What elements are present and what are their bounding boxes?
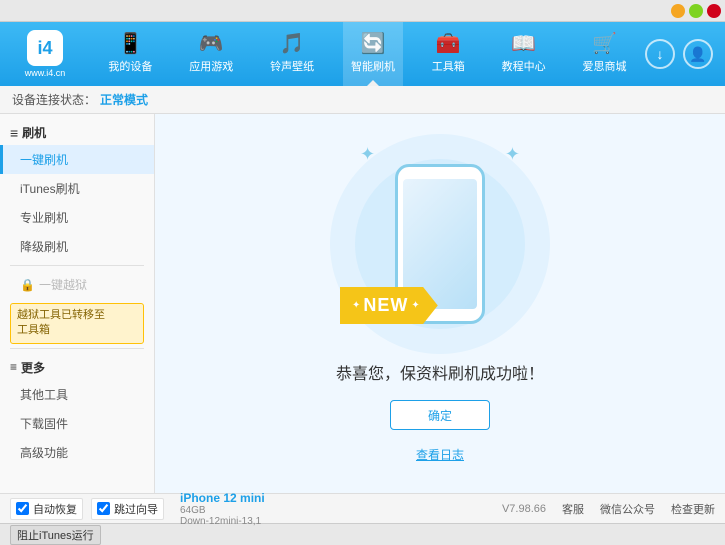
new-badge-text: NEW (363, 295, 408, 316)
wechat-link[interactable]: 微信公众号 (600, 501, 655, 517)
sidebar-item-pro-flash[interactable]: 专业刷机 (0, 203, 154, 232)
store-icon: 🛒 (592, 34, 617, 54)
nav-right: ↓ 👤 (645, 39, 725, 69)
nav-label-apps-games: 应用游戏 (189, 58, 233, 74)
phone-illustration: ✦ ✦ ✦ NEW ✦ (350, 144, 530, 344)
new-star-left: ✦ (352, 300, 360, 311)
sidebar: ≡ 刷机 一键刷机 iTunes刷机 专业刷机 降级刷机 🔒 一键越狱 越狱工具… (0, 114, 155, 493)
bottom-right: V7.98.66 客服 微信公众号 检查更新 (502, 501, 715, 517)
content-area: ✦ ✦ ✦ NEW ✦ 恭喜您，保资料刷机成功啦！ 确定 查看日志 (155, 114, 725, 493)
logo-area: i4 www.i4.cn (0, 30, 90, 78)
new-ribbon: ✦ NEW ✦ (340, 287, 438, 324)
maximize-button[interactable] (689, 4, 703, 18)
itunes-flash-label: iTunes刷机 (20, 182, 80, 196)
confirm-button[interactable]: 确定 (390, 400, 490, 430)
nav-item-apps-games[interactable]: 🎮 应用游戏 (181, 22, 241, 86)
top-nav: i4 www.i4.cn 📱 我的设备 🎮 应用游戏 🎵 铃声壁纸 🔄 智能刷机… (0, 22, 725, 86)
jailbreak-label: 一键越狱 (39, 276, 87, 293)
download-firmware-label: 下载固件 (20, 417, 68, 431)
nav-item-my-device[interactable]: 📱 我的设备 (100, 22, 160, 86)
sidebar-item-one-click-flash[interactable]: 一键刷机 (0, 145, 154, 174)
nav-label-my-device: 我的设备 (108, 58, 152, 74)
sidebar-item-itunes-flash[interactable]: iTunes刷机 (0, 174, 154, 203)
logo-icon: i4 (27, 30, 63, 66)
sidebar-item-downgrade-flash[interactable]: 降级刷机 (0, 232, 154, 261)
new-star-right: ✦ (411, 300, 419, 311)
nav-label-smart-flash: 智能刷机 (351, 58, 395, 74)
flash-section-icon: ≡ (10, 125, 18, 141)
close-button[interactable] (707, 4, 721, 18)
user-button[interactable]: 👤 (683, 39, 713, 69)
my-device-icon: 📱 (118, 34, 143, 54)
device-version: Down-12mini-13,1 (180, 516, 265, 527)
auto-restore-group: 自动恢复 (10, 498, 83, 520)
skip-wizard-checkbox[interactable] (97, 502, 110, 515)
flash-section-label: 刷机 (22, 124, 46, 141)
sidebar-item-advanced[interactable]: 高级功能 (0, 438, 154, 467)
advanced-label: 高级功能 (20, 446, 68, 460)
skip-wizard-group: 跳过向导 (91, 498, 164, 520)
nav-item-toolbox[interactable]: 🧰 工具箱 (424, 22, 473, 86)
sidebar-section-flash: ≡ 刷机 (0, 118, 154, 145)
sidebar-divider-1 (10, 265, 144, 266)
nav-items: 📱 我的设备 🎮 应用游戏 🎵 铃声壁纸 🔄 智能刷机 🧰 工具箱 📖 教程中心… (90, 22, 645, 86)
bottom-bar: 自动恢复 跳过向导 iPhone 12 mini 64GB Down-12min… (0, 493, 725, 523)
logo-symbol: i4 (37, 38, 52, 59)
download-button[interactable]: ↓ (645, 39, 675, 69)
nav-label-ringtones: 铃声壁纸 (270, 58, 314, 74)
dot-tl: ✦ (360, 144, 375, 165)
downgrade-flash-label: 降级刷机 (20, 240, 68, 254)
apps-games-icon: 🎮 (199, 34, 224, 54)
status-bar: 设备连接状态： 正常模式 (0, 86, 725, 114)
ringtones-icon: 🎵 (280, 34, 305, 54)
toolbox-icon: 🧰 (436, 34, 461, 54)
nav-label-tutorial: 教程中心 (502, 58, 546, 74)
more-section-icon: ≡ (10, 360, 17, 374)
nav-item-ringtones[interactable]: 🎵 铃声壁纸 (262, 22, 322, 86)
sidebar-divider-2 (10, 348, 144, 349)
device-info: iPhone 12 mini 64GB Down-12mini-13,1 (180, 491, 265, 527)
one-click-flash-label: 一键刷机 (20, 153, 68, 167)
nav-item-store[interactable]: 🛒 爱思商城 (574, 22, 634, 86)
itunes-toggle-button[interactable]: 阻止iTunes运行 (10, 525, 101, 545)
dot-tr: ✦ (505, 144, 520, 165)
update-link[interactable]: 检查更新 (671, 501, 715, 517)
auto-restore-checkbox[interactable] (16, 502, 29, 515)
other-tools-label: 其他工具 (20, 388, 68, 402)
note-text: 越狱工具已转移至工具箱 (17, 309, 105, 336)
tutorial-icon: 📖 (511, 34, 536, 54)
bottom-left: 自动恢复 跳过向导 iPhone 12 mini 64GB Down-12min… (10, 491, 265, 527)
sidebar-item-other-tools[interactable]: 其他工具 (0, 380, 154, 409)
lock-icon: 🔒 (20, 278, 35, 292)
sidebar-note: 越狱工具已转移至工具箱 (10, 303, 144, 344)
nav-label-toolbox: 工具箱 (432, 58, 465, 74)
nav-label-store: 爱思商城 (582, 58, 626, 74)
smart-flash-icon: 🔄 (361, 34, 386, 54)
device-storage: 64GB (180, 505, 265, 516)
skip-wizard-label: 跳过向导 (114, 501, 158, 517)
status-label: 设备连接状态： (12, 91, 96, 108)
title-bar (0, 0, 725, 22)
more-section-label: 更多 (21, 359, 45, 376)
sidebar-section-more: ≡ 更多 (0, 353, 154, 380)
sidebar-item-download-firmware[interactable]: 下载固件 (0, 409, 154, 438)
sidebar-item-jailbreak: 🔒 一键越狱 (0, 270, 154, 299)
nav-item-smart-flash[interactable]: 🔄 智能刷机 (343, 22, 403, 86)
status-value: 正常模式 (100, 91, 148, 108)
nav-item-tutorial[interactable]: 📖 教程中心 (494, 22, 554, 86)
main-layout: ≡ 刷机 一键刷机 iTunes刷机 专业刷机 降级刷机 🔒 一键越狱 越狱工具… (0, 114, 725, 493)
minimize-button[interactable] (671, 4, 685, 18)
goto-log-link[interactable]: 查看日志 (416, 446, 464, 463)
pro-flash-label: 专业刷机 (20, 211, 68, 225)
logo-text: www.i4.cn (25, 68, 66, 78)
support-link[interactable]: 客服 (562, 501, 584, 517)
version-text: V7.98.66 (502, 503, 546, 515)
success-message: 恭喜您，保资料刷机成功啦！ (336, 360, 544, 384)
auto-restore-label: 自动恢复 (33, 501, 77, 517)
